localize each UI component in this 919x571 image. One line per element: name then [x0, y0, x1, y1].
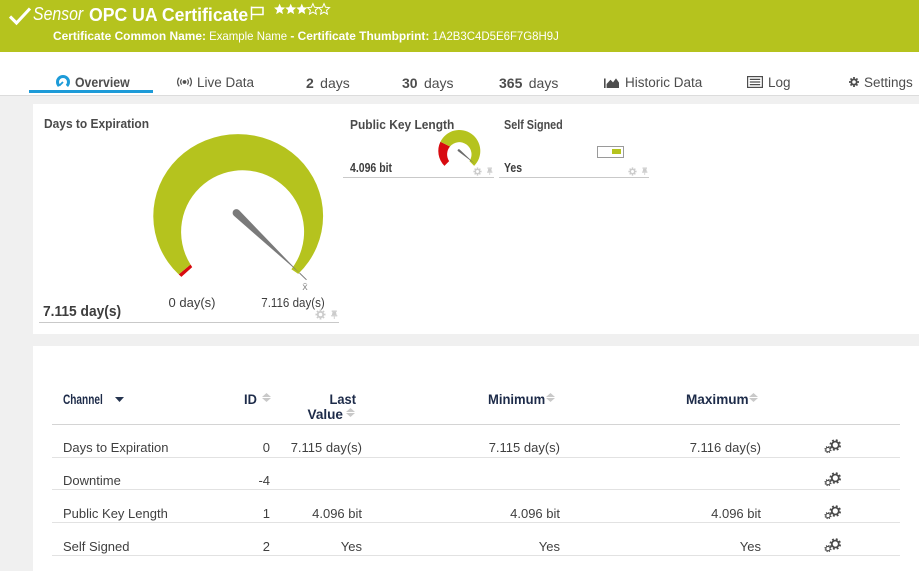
svg-text:x̄: x̄: [302, 281, 308, 293]
